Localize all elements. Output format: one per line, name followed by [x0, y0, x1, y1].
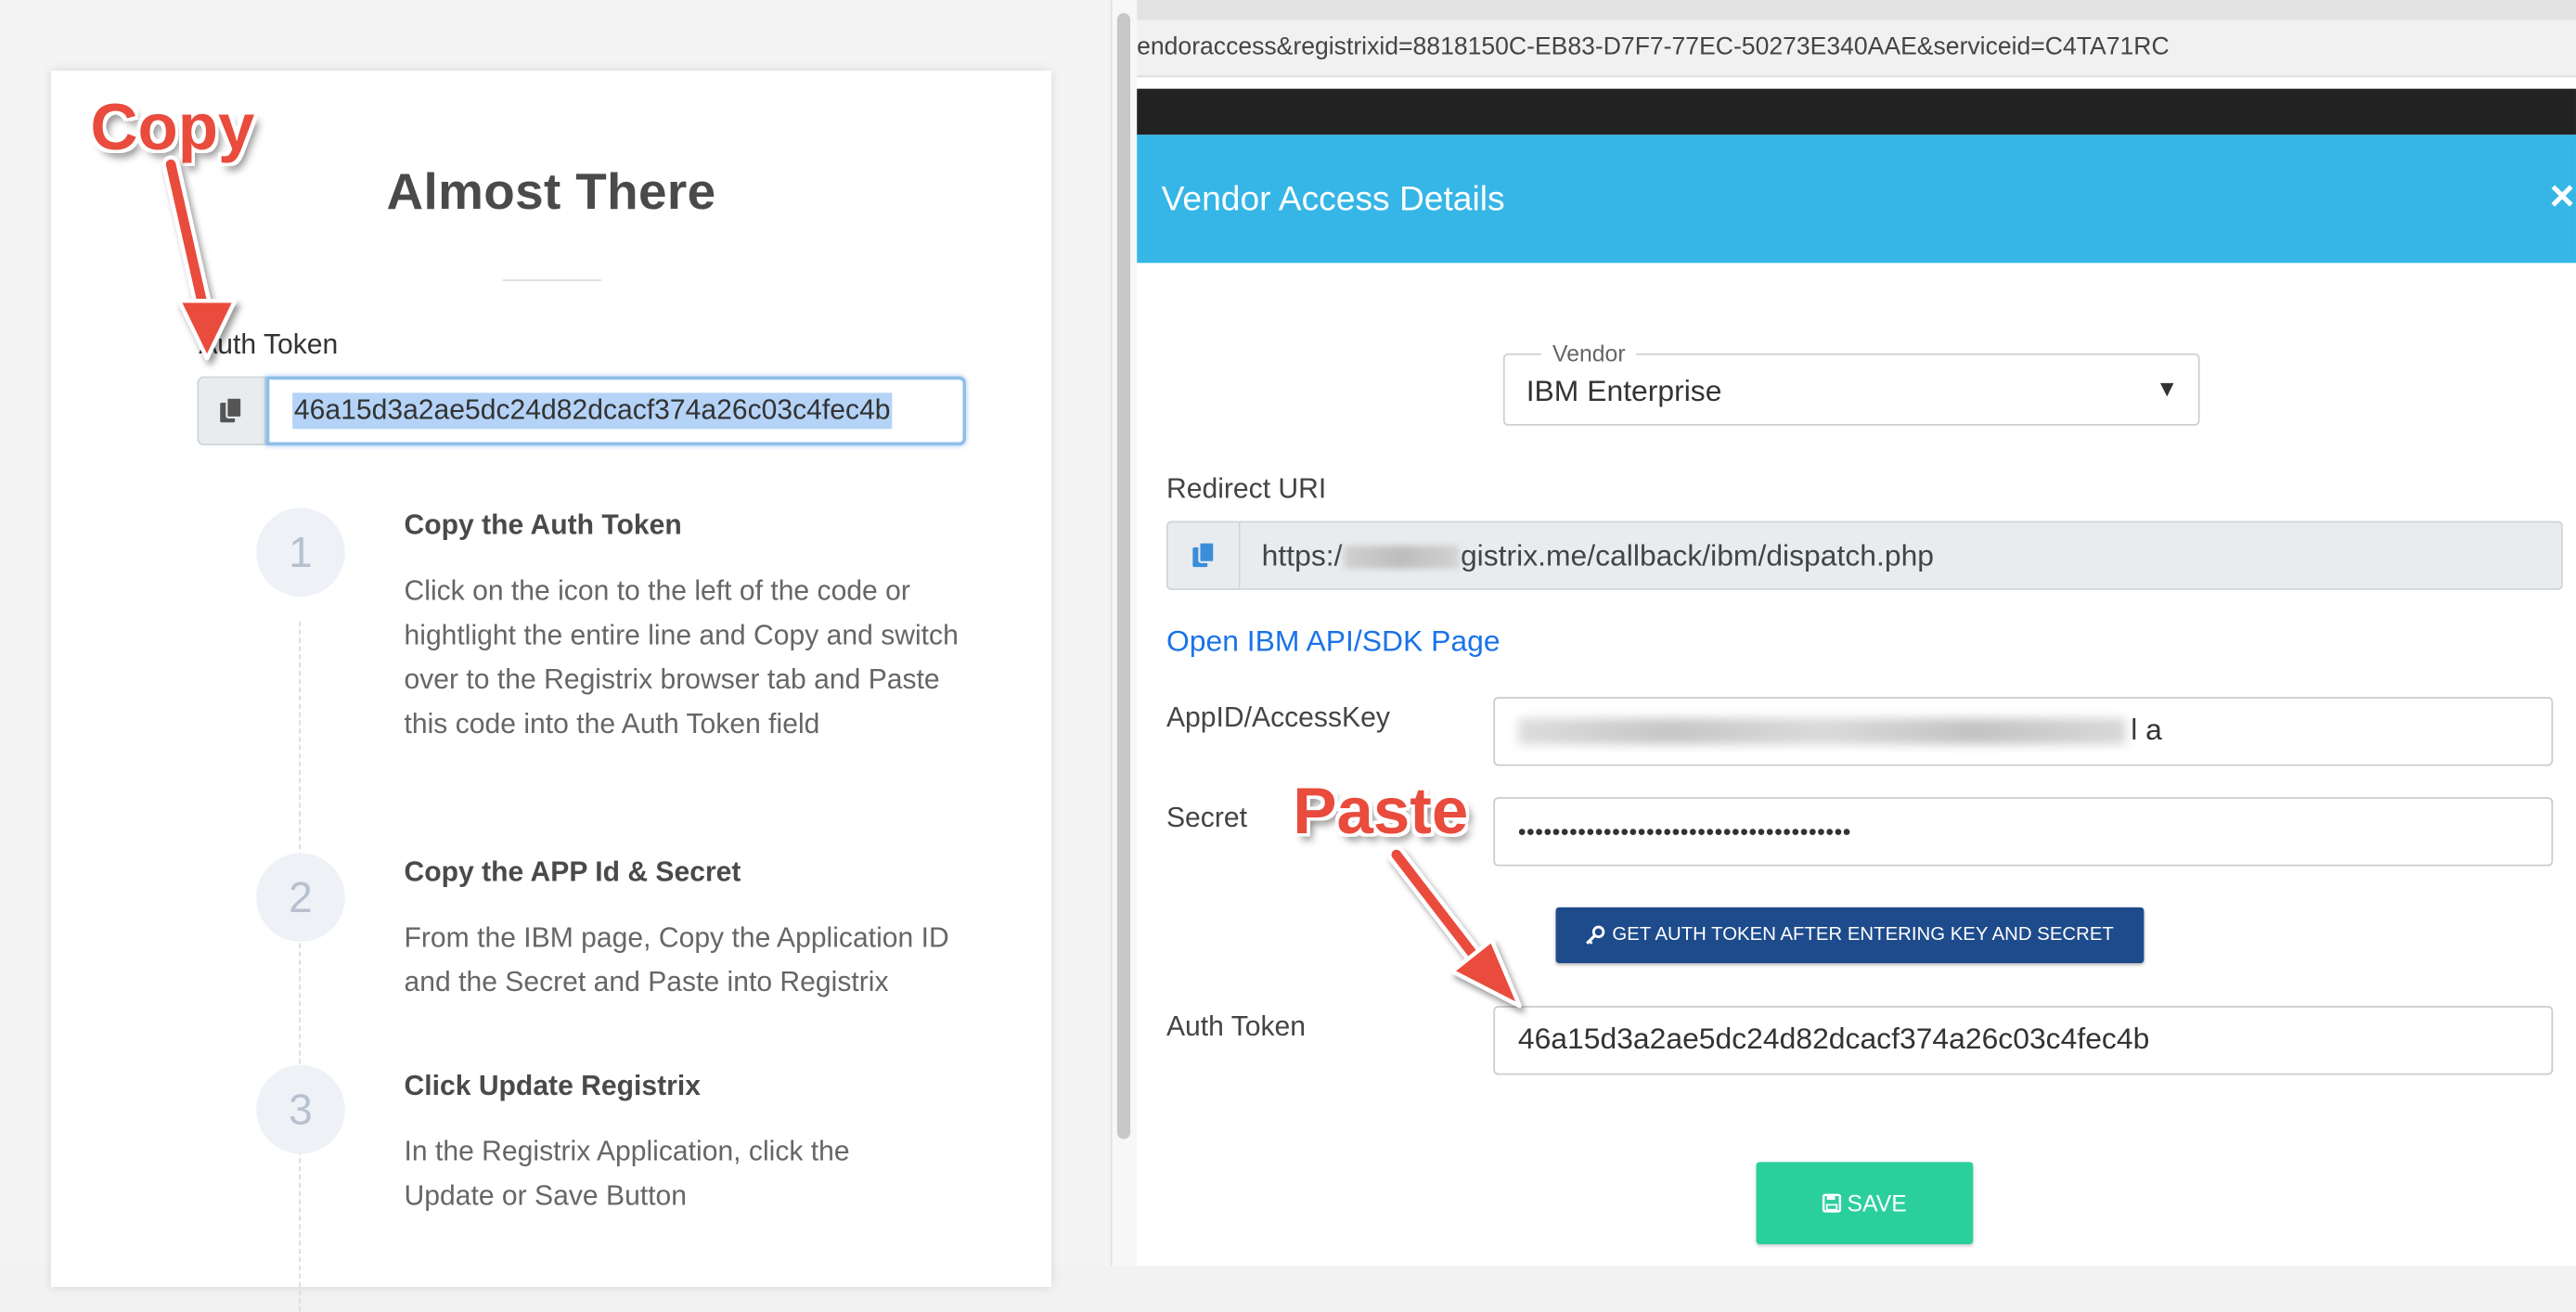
copy-icon [1191, 541, 1215, 568]
redirect-uri-field[interactable]: https:/ gistrix.me/callback/ibm/dispatch.… [1240, 521, 2563, 590]
auth-token-field[interactable]: 46a15d3a2ae5dc24d82dcacf374a26c03c4fec4b [1493, 1006, 2554, 1075]
auth-token-input[interactable]: 46a15d3a2ae5dc24d82dcacf374a26c03c4fec4b [265, 376, 966, 446]
get-auth-token-label: GET AUTH TOKEN AFTER ENTERING KEY AND SE… [1612, 925, 2114, 945]
secret-label: Secret [1166, 802, 1247, 834]
left-scrollbar-thumb[interactable] [1116, 13, 1131, 1139]
auth-token-group: 46a15d3a2ae5dc24d82dcacf374a26c03c4fec4b [197, 376, 966, 449]
appid-input[interactable]: l a [1493, 697, 2554, 766]
dropdown-arrow-icon: ▼ [2156, 374, 2179, 402]
vendor-select[interactable]: Vendor IBM Enterprise ▼ [1502, 340, 2200, 426]
page-title: Almost There [386, 162, 716, 221]
redirect-uri-label: Redirect URI [1166, 473, 1327, 505]
step-2-title: Copy the APP Id & Secret [404, 855, 741, 888]
appid-visible-tail: l a [2131, 713, 2162, 747]
copy-icon [220, 396, 243, 423]
redacted-blur [1344, 546, 1460, 570]
appid-label: AppID/AccessKey [1166, 701, 1390, 734]
auth-token-value: 46a15d3a2ae5dc24d82dcacf374a26c03c4fec4b [292, 392, 893, 430]
redirect-uri-prefix: https:/ [1261, 539, 1343, 572]
auth-token-label: Auth Token [199, 328, 339, 360]
title-divider [502, 279, 601, 281]
step-1-body: Click on the icon to the left of the cod… [404, 574, 959, 740]
vendor-select-label: Vendor [1540, 340, 1637, 367]
paste-annotation: Paste [1293, 776, 1469, 849]
step-3-number: 3 [256, 1064, 345, 1154]
save-button-label: SAVE [1847, 1190, 1907, 1216]
open-ibm-api-link[interactable]: Open IBM API/SDK Page [1166, 624, 1501, 659]
step-2-body: From the IBM page, Copy the Application … [404, 921, 949, 998]
key-icon [1586, 925, 1605, 945]
copy-redirect-button[interactable] [1166, 521, 1241, 590]
save-button[interactable]: SAVE [1756, 1162, 1974, 1244]
redirect-uri-group: https:/ gistrix.me/callback/ibm/dispatch.… [1166, 521, 2563, 590]
step-1-number: 1 [256, 508, 345, 598]
screenshot-stage: Almost There Auth Token 46a15d3a2ae5dc24… [0, 0, 2576, 1312]
step-2-number: 2 [256, 853, 345, 943]
redirect-uri-suffix: gistrix.me/callback/ibm/dispatch.php [1460, 539, 1935, 572]
steps-timeline-line [299, 621, 301, 1312]
vendor-select-value: IBM Enterprise [1526, 374, 1722, 408]
redacted-blur [1517, 718, 2126, 745]
secret-input[interactable]: ••••••••••••••••••••••••••••••••••••••• [1493, 797, 2554, 867]
left-browser-pane: Almost There Auth Token 46a15d3a2ae5dc24… [0, 0, 1111, 1312]
step-3-body: In the Registrix Application, click the … [404, 1136, 850, 1212]
instructions-card: Almost There Auth Token 46a15d3a2ae5dc24… [50, 71, 1052, 1312]
save-icon [1823, 1193, 1842, 1213]
get-auth-token-button[interactable]: GET AUTH TOKEN AFTER ENTERING KEY AND SE… [1555, 907, 2145, 964]
step-3-title: Click Update Registrix [404, 1070, 701, 1101]
step-1-title: Copy the Auth Token [404, 509, 682, 541]
auth-token-label: Auth Token [1166, 1010, 1307, 1043]
copy-token-button[interactable] [197, 376, 266, 446]
copy-annotation: Copy [90, 92, 255, 165]
vendor-form: Vendor IBM Enterprise ▼ Redirect URI htt… [1137, 0, 2576, 1266]
